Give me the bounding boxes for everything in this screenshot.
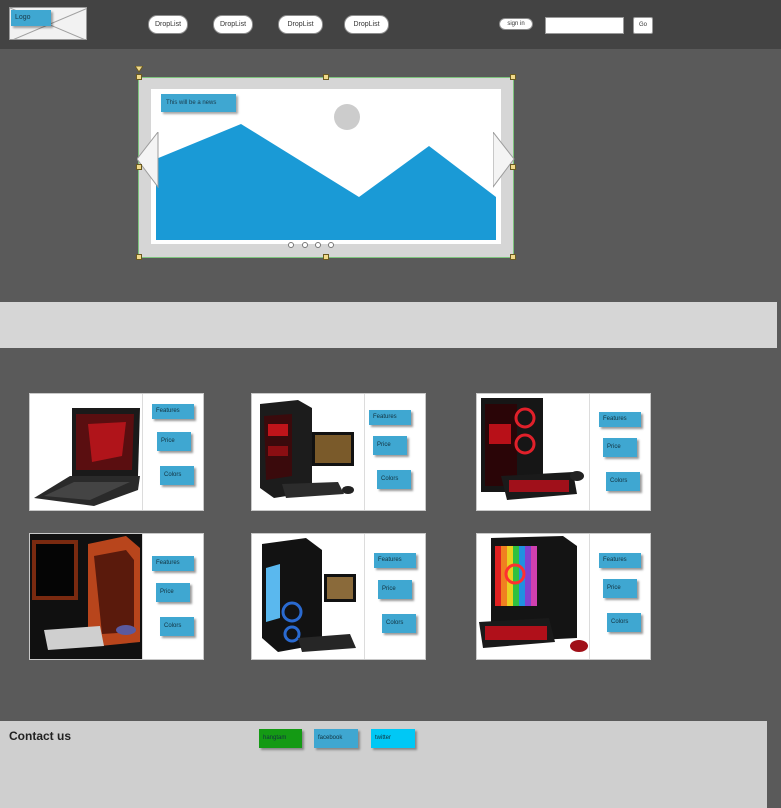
mountain-shape <box>156 124 496 240</box>
price-button[interactable]: Price <box>373 436 407 455</box>
resize-handle[interactable] <box>323 74 329 80</box>
card-divider <box>142 394 143 510</box>
content-strip <box>0 302 777 348</box>
card-divider <box>142 534 143 659</box>
product-card[interactable]: Features Price Colors <box>476 533 651 660</box>
logo-label: Logo <box>11 10 51 26</box>
resize-handle[interactable] <box>510 164 516 170</box>
features-button[interactable]: Features <box>152 556 194 571</box>
colors-button[interactable]: Colors <box>160 466 194 485</box>
carousel-dot-2[interactable] <box>302 242 308 248</box>
resize-handle[interactable] <box>323 254 329 260</box>
product-card[interactable]: Features Price Colors <box>29 533 204 660</box>
carousel-dot-3[interactable] <box>315 242 321 248</box>
price-button[interactable]: Price <box>156 583 190 602</box>
colors-button[interactable]: Colors <box>607 613 641 632</box>
resize-handle[interactable] <box>510 74 516 80</box>
go-button[interactable]: Go <box>633 17 653 34</box>
price-button[interactable]: Price <box>603 579 637 598</box>
gaming-tower-image-icon <box>477 394 589 510</box>
sign-in-button[interactable]: sign in <box>499 18 533 30</box>
social-button-hangtam[interactable]: hangtam <box>259 729 302 748</box>
contact-us-heading: Contact us <box>9 729 72 743</box>
price-button[interactable]: Price <box>378 580 412 599</box>
desktop-pc-image-icon <box>252 394 364 510</box>
nav-droplist-1[interactable]: DropList <box>148 15 188 34</box>
features-button[interactable]: Features <box>152 404 194 419</box>
nav-droplist-4[interactable]: DropList <box>344 15 389 34</box>
social-button-facebook[interactable]: facebook <box>314 729 358 748</box>
rgb-tower-image-icon <box>477 534 589 659</box>
colors-button[interactable]: Colors <box>606 472 640 491</box>
carousel-prev-arrow-icon[interactable] <box>137 132 159 188</box>
colors-button[interactable]: Colors <box>377 470 411 489</box>
price-button[interactable]: Price <box>603 438 637 457</box>
sun-shape <box>334 104 360 130</box>
product-card[interactable]: Features Price Colors <box>251 533 426 660</box>
rotate-handle-icon[interactable] <box>135 66 143 73</box>
landscape-image-icon <box>156 104 496 240</box>
product-card[interactable]: Features Price Colors <box>476 393 651 511</box>
carousel-slide-image <box>151 89 501 244</box>
laptop-image-icon <box>30 394 142 510</box>
colors-button[interactable]: Colors <box>160 617 194 636</box>
card-divider <box>364 394 365 510</box>
top-bar <box>0 0 781 49</box>
features-button[interactable]: Features <box>369 410 411 425</box>
carousel-dot-4[interactable] <box>328 242 334 248</box>
news-label: This will be a news <box>161 94 236 112</box>
orange-tower-image-icon <box>30 534 142 659</box>
carousel-dot-1[interactable] <box>288 242 294 248</box>
features-button[interactable]: Features <box>599 553 641 568</box>
nav-droplist-3[interactable]: DropList <box>278 15 323 34</box>
blue-tower-image-icon <box>252 534 364 659</box>
product-card[interactable]: Features Price Colors <box>29 393 204 511</box>
colors-button[interactable]: Colors <box>382 614 416 633</box>
features-button[interactable]: Features <box>374 553 416 568</box>
resize-handle[interactable] <box>136 164 142 170</box>
card-divider <box>589 534 590 659</box>
carousel-next-arrow-icon[interactable] <box>493 132 515 188</box>
product-card[interactable]: Features Price Colors <box>251 393 426 511</box>
card-divider <box>589 394 590 510</box>
price-button[interactable]: Price <box>157 432 191 451</box>
nav-droplist-2[interactable]: DropList <box>213 15 253 34</box>
resize-handle[interactable] <box>510 254 516 260</box>
search-input[interactable] <box>545 17 624 34</box>
card-divider <box>364 534 365 659</box>
resize-handle[interactable] <box>136 254 142 260</box>
social-button-twitter[interactable]: twitter <box>371 729 415 748</box>
resize-handle[interactable] <box>136 74 142 80</box>
features-button[interactable]: Features <box>599 412 641 427</box>
